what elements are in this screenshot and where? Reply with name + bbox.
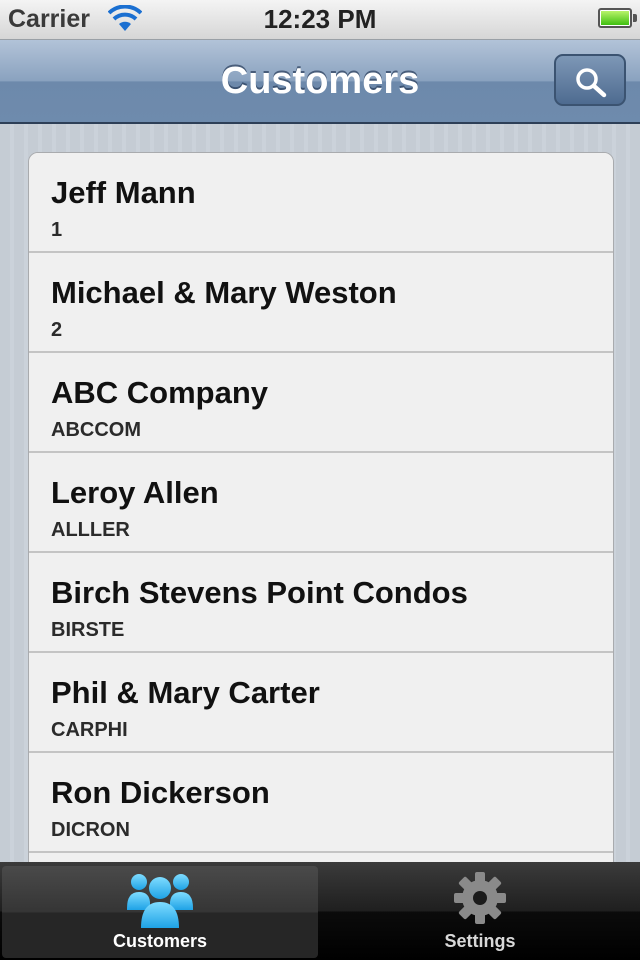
customer-code: 1 — [51, 219, 63, 241]
search-icon — [576, 68, 607, 98]
customer-name: Michael & Mary Weston — [51, 275, 397, 310]
customer-row[interactable]: Michael & Mary Weston 2 — [29, 253, 613, 353]
customer-name: Leroy Allen — [51, 475, 219, 510]
customer-code: 2 — [51, 319, 63, 341]
customer-row[interactable]: Phil & Mary Carter CARPHI — [29, 653, 613, 753]
tab-customers[interactable]: Customers — [2, 866, 318, 958]
customer-row[interactable]: ABC Company ABCCOM — [29, 353, 613, 453]
navigation-bar: Customers — [0, 40, 640, 124]
page-title: Customers — [220, 60, 420, 102]
search-button[interactable] — [554, 54, 626, 106]
gear-icon — [454, 872, 506, 924]
content-area: Jeff Mann 1 Michael & Mary Weston 2 ABC Comp… — [0, 124, 640, 862]
customer-code: DICRON — [51, 819, 130, 841]
customer-list: Jeff Mann 1 Michael & Mary Weston 2 ABC Comp… — [28, 152, 614, 862]
customer-row[interactable]: Ron Dickerson DICRON — [29, 753, 613, 853]
tab-settings[interactable]: Settings — [322, 866, 638, 958]
tab-label-settings: Settings — [444, 931, 516, 951]
customer-name: ABC Company — [51, 375, 269, 410]
customer-code: CARPHI — [51, 719, 128, 741]
customer-row[interactable]: Leroy Allen ALLLER — [29, 453, 613, 553]
people-icon — [127, 874, 193, 928]
customer-code: ALLLER — [51, 519, 130, 541]
customer-row-partial[interactable] — [29, 853, 613, 862]
battery-tip — [633, 14, 637, 22]
customer-name: Birch Stevens Point Condos — [51, 575, 468, 610]
status-time: 12:23 PM — [263, 4, 377, 34]
customer-row[interactable]: Birch Stevens Point Condos BIRSTE — [29, 553, 613, 653]
customer-code: ABCCOM — [51, 419, 141, 441]
tab-label-customers: Customers — [112, 931, 208, 951]
battery-icon — [598, 8, 632, 28]
customer-row[interactable]: Jeff Mann 1 — [29, 153, 613, 253]
customer-name: Jeff Mann — [51, 175, 196, 210]
customer-name: Phil & Mary Carter — [51, 675, 320, 710]
customer-name: Ron Dickerson — [51, 775, 270, 810]
status-bar: Carrier 12:23 PM — [0, 0, 640, 40]
customer-code: BIRSTE — [51, 619, 125, 641]
tab-bar: Customers Settings — [0, 862, 640, 960]
